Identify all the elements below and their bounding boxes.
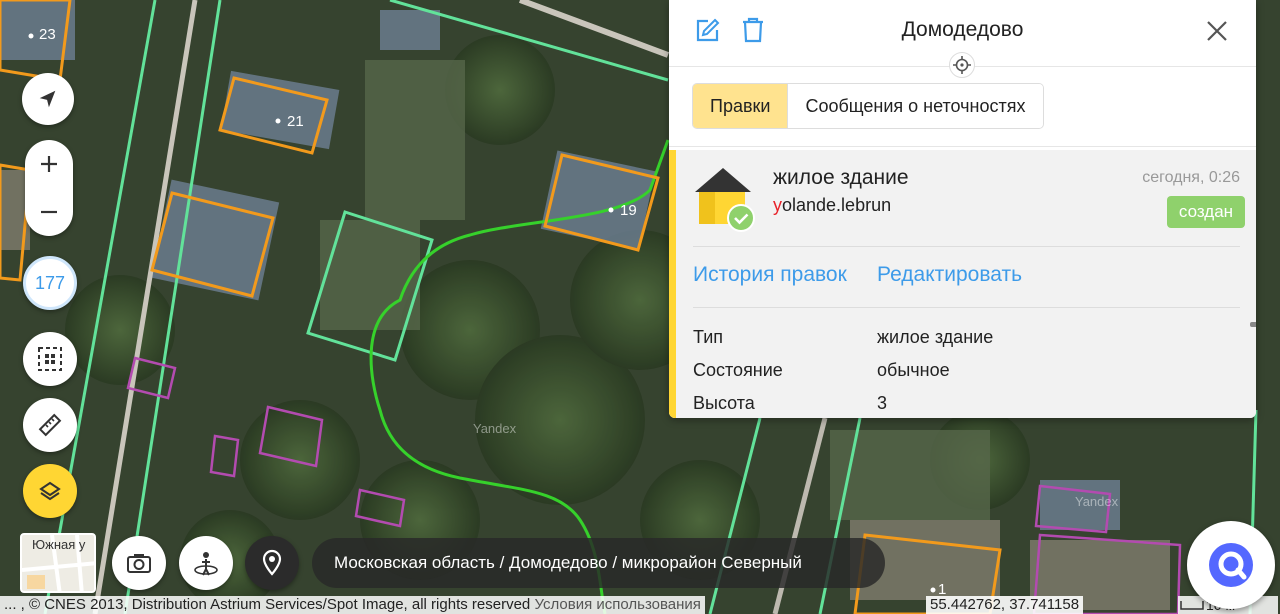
card-divider — [693, 246, 1240, 247]
map-attribution: ... , © CNES 2013, Distribution Astrium … — [0, 596, 705, 614]
property-name: Высота — [693, 393, 755, 413]
property-value: жилое здание — [877, 327, 994, 347]
panel-tabs: Правки Сообщения о неточностях — [692, 83, 1044, 129]
close-panel-button[interactable] — [1206, 20, 1228, 47]
edit-object-type: жилое здание — [773, 166, 909, 189]
address-text: Московская область / Домодедово / микрор… — [334, 553, 802, 572]
edit-history-link[interactable]: История правок — [693, 263, 847, 287]
ruler-tool-button[interactable] — [23, 398, 77, 452]
edit-timestamp: сегодня, 0:26 — [1142, 169, 1240, 186]
card-divider — [693, 307, 1240, 308]
map-watermark: Yandex — [1075, 494, 1119, 509]
minimap-thumbnail[interactable]: Южная у — [20, 533, 96, 593]
coordinates-readout[interactable]: 55.442762, 37.741158 — [926, 596, 1084, 614]
panorama-button[interactable] — [179, 536, 233, 590]
support-chat-button[interactable] — [1187, 521, 1275, 609]
residential-building-icon — [695, 168, 755, 232]
tab-error-reports[interactable]: Сообщения о неточностях — [788, 84, 1043, 128]
map-watermark: Yandex — [473, 421, 517, 436]
close-icon — [1207, 21, 1227, 41]
minus-icon — [41, 210, 57, 214]
camera-button[interactable] — [112, 536, 166, 590]
author-name-rest: olande.lebrun — [782, 195, 892, 215]
map-pin-icon — [262, 549, 282, 576]
layers-button[interactable] — [23, 464, 77, 518]
grid-tool-button[interactable] — [23, 332, 77, 386]
terms-link[interactable]: Условия использования — [534, 596, 701, 613]
count-badge: 177 — [34, 272, 66, 293]
place-pin-button[interactable] — [245, 536, 299, 590]
house-number-label: 19 — [620, 202, 637, 219]
scrollbar-thumb[interactable] — [1250, 322, 1256, 327]
zoom-control — [25, 140, 73, 236]
ruler-icon — [38, 413, 62, 437]
chat-bubble-icon — [1209, 543, 1253, 587]
navigation-arrow-icon — [39, 90, 56, 108]
address-breadcrumb: Московская область / Домодедово / микрор… — [312, 538, 885, 588]
plus-icon — [41, 156, 57, 172]
person-panorama-icon — [194, 552, 218, 576]
layers-icon — [39, 481, 61, 501]
camera-icon — [127, 554, 151, 573]
edit-author-link[interactable]: yolande.lebrun — [773, 195, 891, 216]
status-badge: создан — [1167, 196, 1245, 228]
edit-history-card: жилое здание yolande.lebrun сегодня, 0:2… — [669, 150, 1256, 418]
edit-link[interactable]: Редактировать — [877, 263, 1022, 287]
tab-edits[interactable]: Правки — [693, 84, 789, 128]
house-number-label: 23 — [39, 26, 56, 43]
zoom-out-button[interactable] — [25, 188, 73, 236]
property-value: обычное — [877, 360, 950, 380]
panel-title: Домодедово — [901, 18, 1024, 41]
locate-me-button[interactable] — [22, 73, 74, 125]
locate-object-button[interactable] — [949, 52, 975, 78]
attribution-text: ... , © CNES 2013, Distribution Astrium … — [4, 596, 531, 613]
property-name: Состояние — [693, 360, 783, 380]
house-number-label: 21 — [287, 113, 304, 130]
tabs-divider — [669, 146, 1256, 147]
zoom-in-button[interactable] — [25, 140, 73, 188]
property-value: 3 — [877, 393, 888, 413]
scale-ruler-icon — [1180, 601, 1204, 610]
notifications-count-button[interactable]: 177 — [23, 256, 77, 310]
minimap-label: Южная у — [32, 537, 86, 552]
crosshair-icon — [953, 56, 971, 74]
author-initial: y — [773, 195, 782, 215]
grid-icon — [38, 347, 62, 371]
object-info-panel: Домодедово Правки Сообщения о неточностя… — [669, 0, 1256, 418]
property-name: Тип — [693, 327, 724, 347]
